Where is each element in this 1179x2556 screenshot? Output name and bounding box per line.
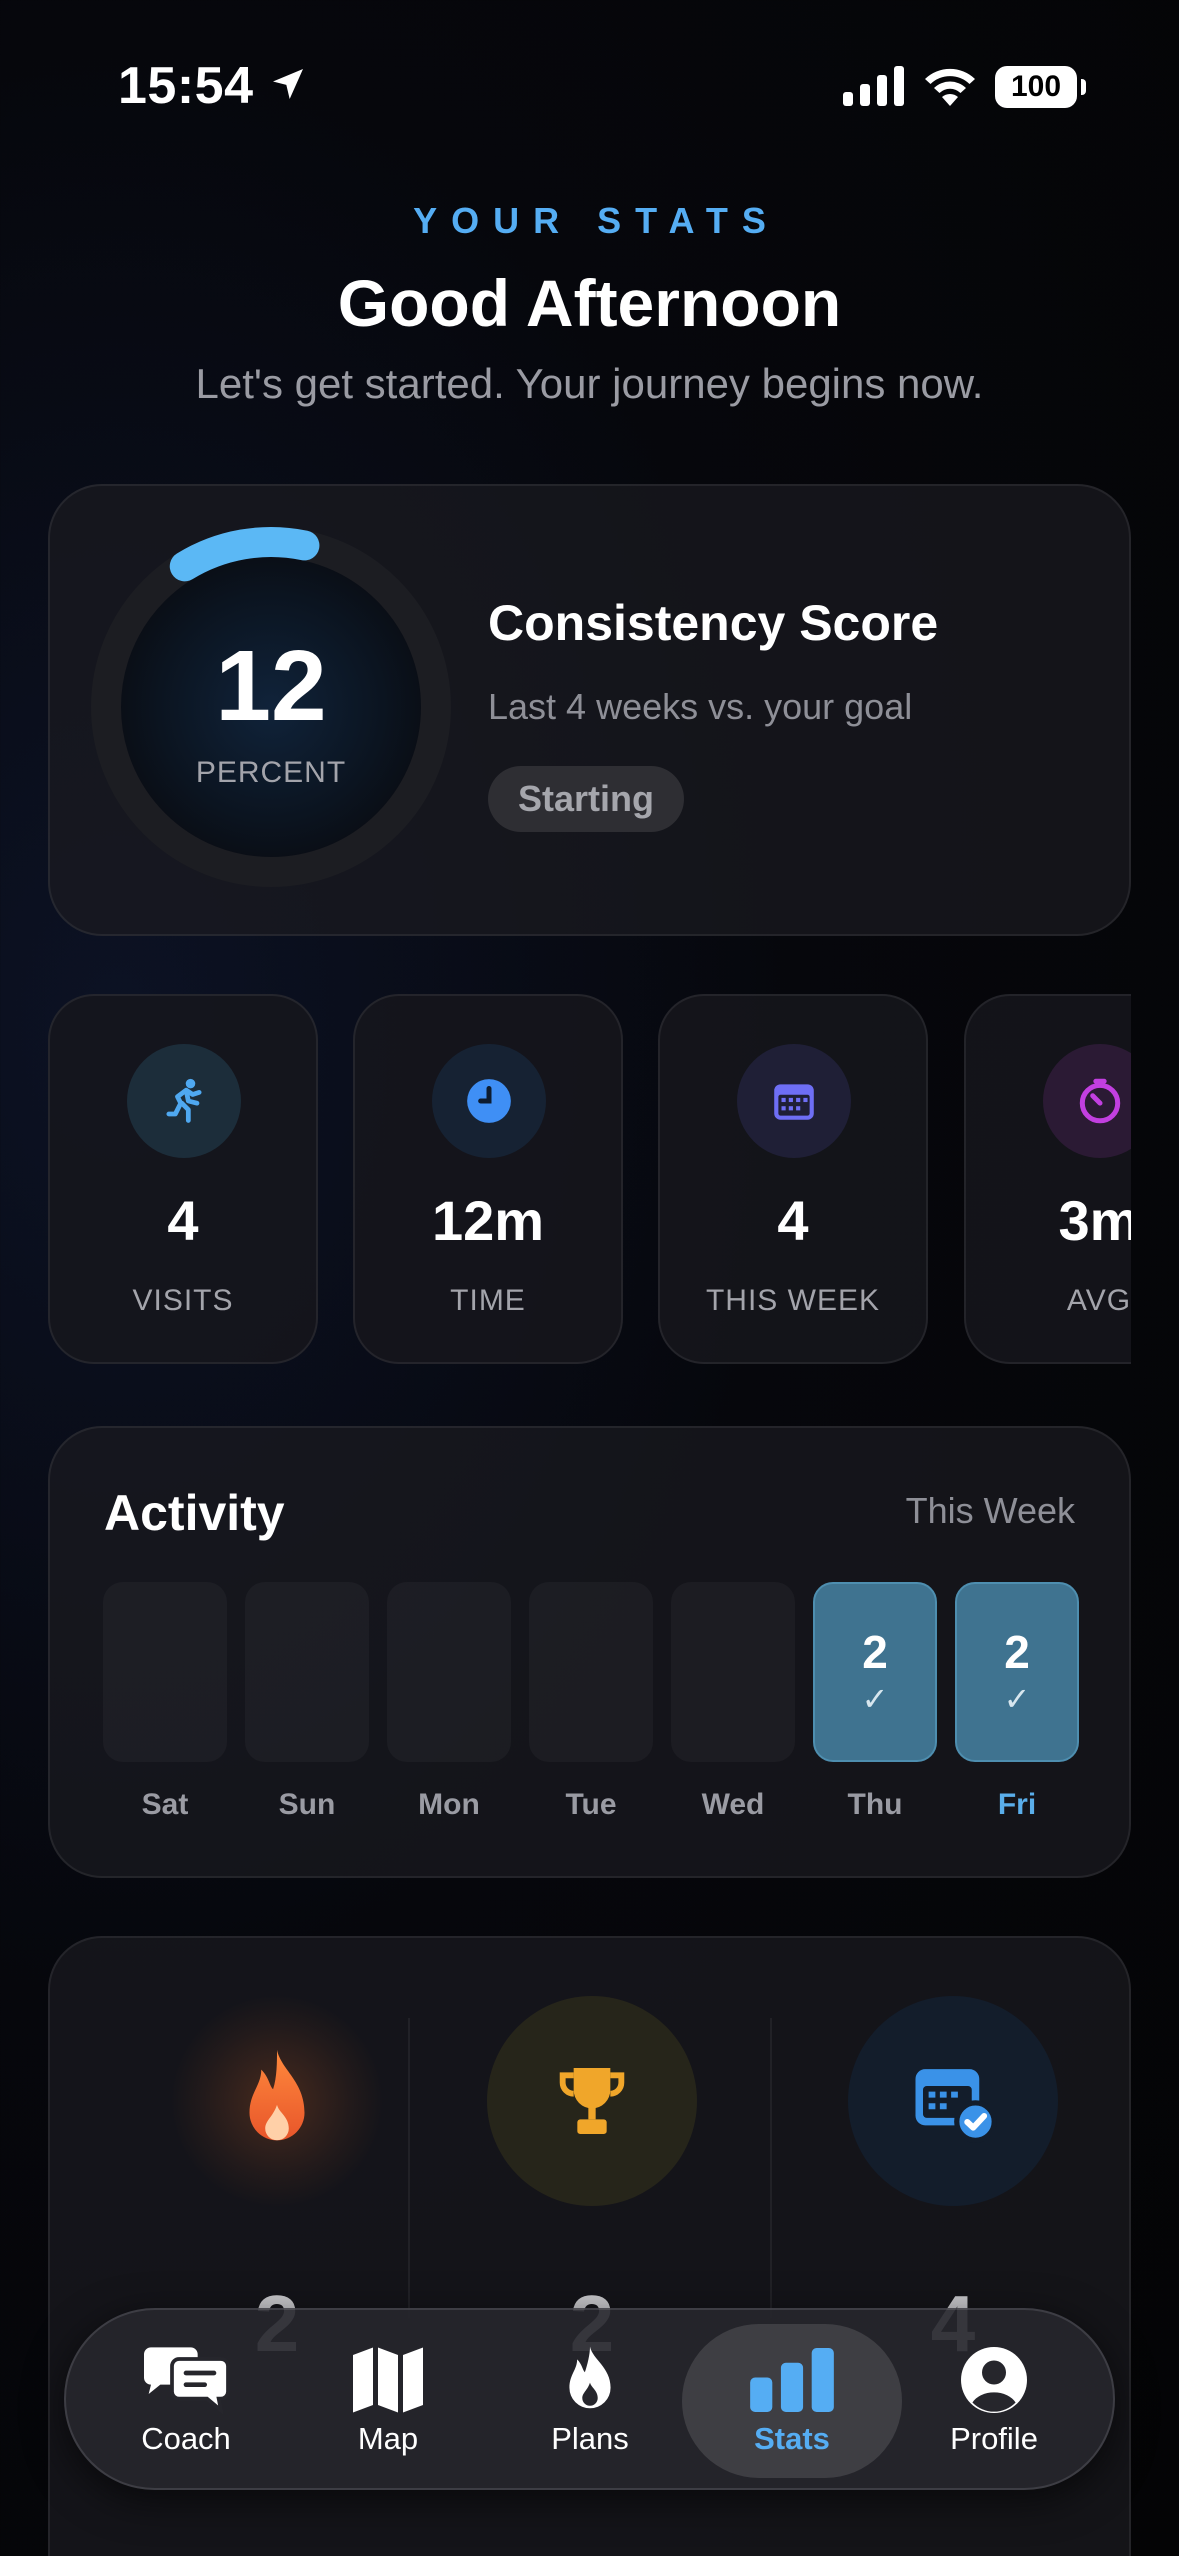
activity-day-bar: 2 ✓ — [955, 1582, 1079, 1762]
activity-day-bar — [387, 1582, 511, 1762]
activity-day-bar — [671, 1582, 795, 1762]
activity-day-bar: 2 ✓ — [813, 1582, 937, 1762]
activity-day-bar — [245, 1582, 369, 1762]
activity-day-bar — [529, 1582, 653, 1762]
check-icon: ✓ — [861, 1681, 889, 1717]
map-icon — [340, 2345, 436, 2415]
day-count: 2 — [1004, 1626, 1030, 1678]
activity-day-bar — [103, 1582, 227, 1762]
flame-icon — [172, 1996, 382, 2206]
check-icon: ✓ — [1003, 1681, 1031, 1717]
day-label: Tue — [565, 1788, 617, 1821]
stat-tile-this-week[interactable]: 4 THIS WEEK — [658, 994, 928, 1364]
wifi-icon — [925, 68, 975, 106]
day-label: Fri — [997, 1788, 1037, 1821]
stat-label: THIS WEEK — [705, 1284, 880, 1317]
calendar-icon — [737, 1044, 851, 1158]
tab-plans[interactable]: Plans — [490, 2324, 690, 2478]
tab-coach[interactable]: Coach — [86, 2324, 286, 2478]
streak-monthly[interactable]: 4 — [848, 1996, 1058, 2364]
stat-label: TIME — [450, 1284, 526, 1317]
running-icon — [127, 1044, 241, 1158]
streak-best[interactable]: 2 — [487, 1996, 697, 2364]
tab-stats[interactable]: Stats — [682, 2324, 902, 2478]
consistency-value: 12 — [215, 630, 327, 742]
stat-value: 4 — [777, 1189, 809, 1252]
activity-day-sat[interactable]: Sat — [103, 1582, 227, 1822]
activity-day-mon[interactable]: Mon — [387, 1582, 511, 1822]
flame-drop-icon — [542, 2345, 638, 2415]
consistency-status-badge: Starting — [488, 766, 685, 832]
day-label: Wed — [701, 1788, 765, 1821]
stat-tile-avg[interactable]: 3m AVG — [964, 994, 1131, 1364]
streak-current[interactable]: 2 — [172, 1996, 382, 2364]
page-title: Good Afternoon — [337, 266, 842, 340]
status-bar: 15:54 100 — [0, 0, 1179, 150]
activity-card[interactable]: Activity This Week Sat Sun Mon Tue Wed 2… — [48, 1426, 1131, 1878]
person-circle-icon — [946, 2345, 1042, 2415]
activity-day-wed[interactable]: Wed — [671, 1582, 795, 1822]
divider — [408, 2018, 410, 2318]
activity-range[interactable]: This Week — [906, 1490, 1075, 1532]
tab-map[interactable]: Map — [288, 2324, 488, 2478]
stat-label: AVG — [1066, 1284, 1131, 1317]
stat-value: 3m — [1058, 1189, 1131, 1252]
trophy-icon — [487, 1996, 697, 2206]
chat-bubbles-icon — [138, 2345, 234, 2415]
calendar-check-icon — [848, 1996, 1058, 2206]
day-count: 2 — [862, 1626, 888, 1678]
stat-tile-time[interactable]: 12m TIME — [353, 994, 623, 1364]
activity-day-tue[interactable]: Tue — [529, 1582, 653, 1822]
consistency-score-card[interactable]: 12 PERCENT Consistency Score Last 4 week… — [48, 484, 1131, 936]
consistency-title: Consistency Score — [488, 595, 939, 651]
tab-label: Stats — [754, 2421, 830, 2456]
tab-profile[interactable]: Profile — [894, 2324, 1094, 2478]
tab-label: Coach — [141, 2421, 231, 2456]
location-arrow-icon — [273, 69, 303, 99]
timer-icon — [1043, 1044, 1131, 1158]
day-label: Sun — [278, 1788, 336, 1821]
stat-value: 12m — [431, 1189, 545, 1252]
stat-tiles-scroller[interactable]: 4 VISITS 12m TIME 4 THIS WEEK 3m AVG — [48, 994, 1131, 1366]
consistency-unit: PERCENT — [195, 756, 347, 789]
day-label: Sat — [141, 1788, 189, 1821]
tab-bar: Coach Map Plans Stats Profile — [64, 2308, 1115, 2490]
activity-title: Activity — [104, 1485, 285, 1541]
stat-tile-visits[interactable]: 4 VISITS — [48, 994, 318, 1364]
stat-value: 4 — [167, 1189, 199, 1252]
tab-label: Plans — [551, 2421, 629, 2456]
bar-chart-icon — [744, 2345, 840, 2415]
status-time: 15:54 — [118, 57, 254, 115]
activity-day-thu[interactable]: 2 ✓ Thu — [813, 1582, 937, 1822]
stat-label: VISITS — [132, 1284, 234, 1317]
battery-indicator: 100 — [995, 66, 1086, 108]
day-label: Thu — [847, 1788, 903, 1821]
divider — [770, 2018, 772, 2318]
section-eyebrow: YOUR STATS — [413, 200, 780, 241]
cellular-signal-icon — [843, 66, 904, 106]
day-label: Mon — [418, 1788, 480, 1821]
clock-icon — [432, 1044, 546, 1158]
tab-label: Map — [357, 2421, 419, 2456]
page-subtitle: Let's get started. Your journey begins n… — [195, 360, 984, 407]
activity-day-fri[interactable]: 2 ✓ Fri — [955, 1582, 1079, 1822]
tab-label: Profile — [950, 2421, 1038, 2456]
activity-day-sun[interactable]: Sun — [245, 1582, 369, 1822]
consistency-subtitle: Last 4 weeks vs. your goal — [488, 686, 913, 727]
